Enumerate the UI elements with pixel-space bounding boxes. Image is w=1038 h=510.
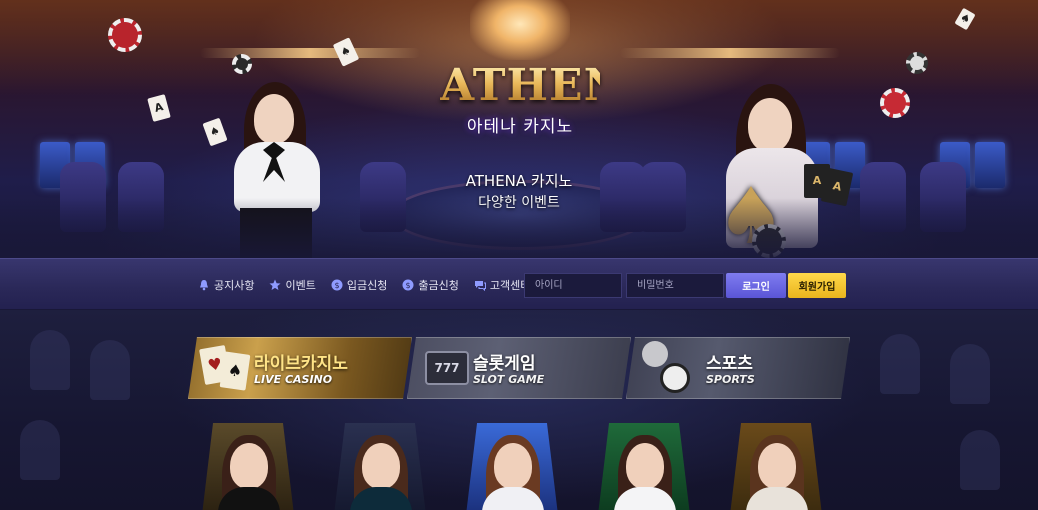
casino-chip-icon — [906, 52, 928, 74]
logo-subtitle: 아테나 카지노 — [466, 117, 574, 137]
coin-out-icon: $ — [402, 279, 414, 291]
game-tile[interactable] — [730, 423, 822, 510]
username-input[interactable] — [524, 273, 622, 298]
game-tile[interactable] — [202, 423, 294, 510]
nav-item-support[interactable]: 고객센터 — [474, 277, 530, 293]
coin-in-icon: $ — [331, 279, 343, 291]
background-decor — [20, 420, 60, 480]
nav-item-withdraw[interactable]: $ 출금신청 — [402, 277, 459, 293]
game-tile[interactable] — [598, 423, 690, 510]
background-decor — [950, 344, 990, 404]
ceiling-light-right — [620, 48, 840, 58]
category-border — [626, 337, 850, 399]
game-tile[interactable] — [466, 423, 558, 510]
slot-machine-decor — [975, 142, 1005, 188]
category-live-casino[interactable]: ♥ ♠ 라이브카지노 LIVE CASINO — [188, 337, 412, 399]
playing-card-icon: A — [147, 94, 171, 122]
background-decor — [880, 334, 920, 394]
nav-label: 입금신청 — [346, 279, 388, 292]
category-sports[interactable]: 스포츠 SPORTS — [626, 337, 850, 399]
nav-item-notice[interactable]: 공지사항 — [198, 277, 254, 293]
hero-banner: ♠ A ♠ ♠ ♠ A A ATHENA 아테나 카지노 ATHENA 카지 — [0, 0, 1038, 258]
background-decor — [30, 330, 70, 390]
casino-chip-icon — [108, 18, 142, 52]
nav-label: 공지사항 — [214, 279, 255, 292]
login-button[interactable]: 로그인 — [726, 273, 786, 298]
background-decor — [90, 340, 130, 400]
nav-label: 이벤트 — [285, 279, 316, 292]
category-tabs: ♥ ♠ 라이브카지노 LIVE CASINO 777 슬롯게임 SLOT GAM… — [188, 337, 850, 399]
brand-logo[interactable]: ATHENA 아테나 카지노 — [440, 60, 660, 138]
nav-item-event[interactable]: 이벤트 — [269, 277, 316, 293]
svg-text:$: $ — [406, 281, 411, 290]
casino-chip-icon — [880, 88, 910, 118]
hero-headline: ATHENA 카지노 — [465, 172, 573, 190]
nav-item-deposit[interactable]: $ 입금신청 — [331, 277, 387, 293]
background-decor — [960, 430, 1000, 490]
category-border — [188, 337, 412, 399]
category-border — [407, 337, 631, 399]
chat-icon — [474, 281, 486, 291]
casino-chip-icon — [232, 54, 252, 74]
playing-card-icon: ♠ — [202, 117, 228, 147]
star-icon — [269, 279, 281, 290]
signup-button[interactable]: 회원가입 — [788, 273, 846, 298]
password-input[interactable] — [626, 273, 724, 298]
svg-text:$: $ — [334, 281, 339, 290]
hero-fade-overlay — [0, 198, 1038, 258]
game-tile[interactable] — [334, 423, 426, 510]
nav-links: 공지사항 이벤트 $ 입금신청 $ 출금신청 고객센터 — [198, 259, 545, 311]
page: ♠ A ♠ ♠ ♠ A A ATHENA 아테나 카지노 ATHENA 카지 — [0, 0, 1038, 510]
ceiling-light-left — [200, 48, 420, 58]
chandelier-decor — [470, 0, 570, 60]
category-slot-game[interactable]: 777 슬롯게임 SLOT GAME — [407, 337, 631, 399]
logo-title: ATHENA — [440, 60, 660, 111]
nav-label: 출금신청 — [418, 279, 459, 292]
game-lobby: ♥ ♠ 라이브카지노 LIVE CASINO 777 슬롯게임 SLOT GAM… — [0, 310, 1038, 510]
bell-icon — [200, 280, 208, 291]
top-navbar: 공지사항 이벤트 $ 입금신청 $ 출금신청 고객센터 아이디 로그인 회원가입 — [0, 258, 1038, 310]
